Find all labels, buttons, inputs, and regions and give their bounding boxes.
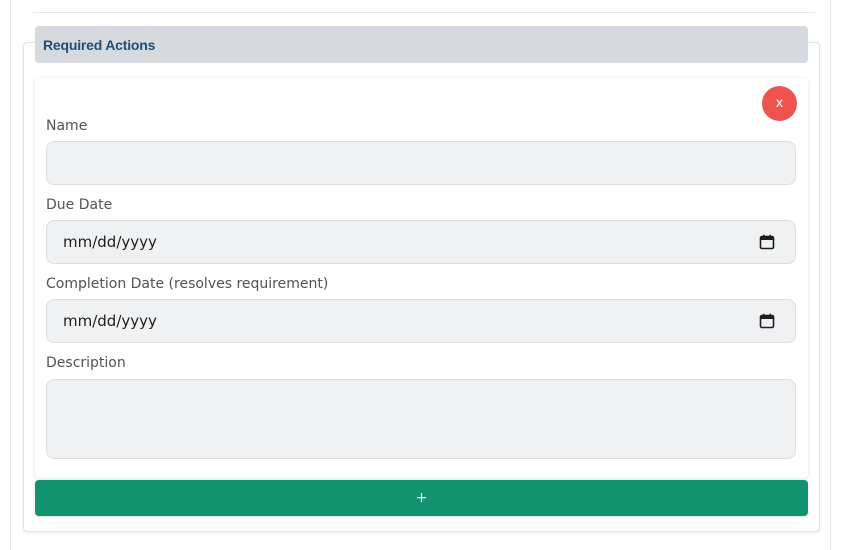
completion-date-label: Completion Date (resolves requirement) [46,276,329,292]
page: Required Actions x Name Due Date mm/dd/y… [0,0,843,550]
frame-divider-left [10,0,11,550]
add-button-label: + [415,490,428,506]
calendar-icon[interactable] [759,313,775,329]
completion-date-input[interactable]: mm/dd/yyyy [46,299,796,343]
calendar-icon[interactable] [759,234,775,250]
name-input[interactable] [46,141,796,185]
description-label: Description [46,355,126,371]
frame-divider-top [33,12,815,13]
name-label: Name [46,118,88,134]
due-date-input[interactable]: mm/dd/yyyy [46,220,796,264]
due-date-label: Due Date [46,197,113,213]
required-action-item: x Name Due Date mm/dd/yyyy Completion Da… [35,78,808,478]
remove-item-button[interactable]: x [762,86,797,121]
frame-divider-right [830,0,831,550]
section-title: Required Actions [43,36,156,53]
due-date-value: mm/dd/yyyy [63,233,157,251]
completion-date-value: mm/dd/yyyy [63,312,157,330]
close-icon: x [775,96,784,111]
add-required-action-button[interactable]: + [35,480,808,516]
section-header: Required Actions [35,26,808,63]
description-textarea[interactable] [46,379,796,459]
